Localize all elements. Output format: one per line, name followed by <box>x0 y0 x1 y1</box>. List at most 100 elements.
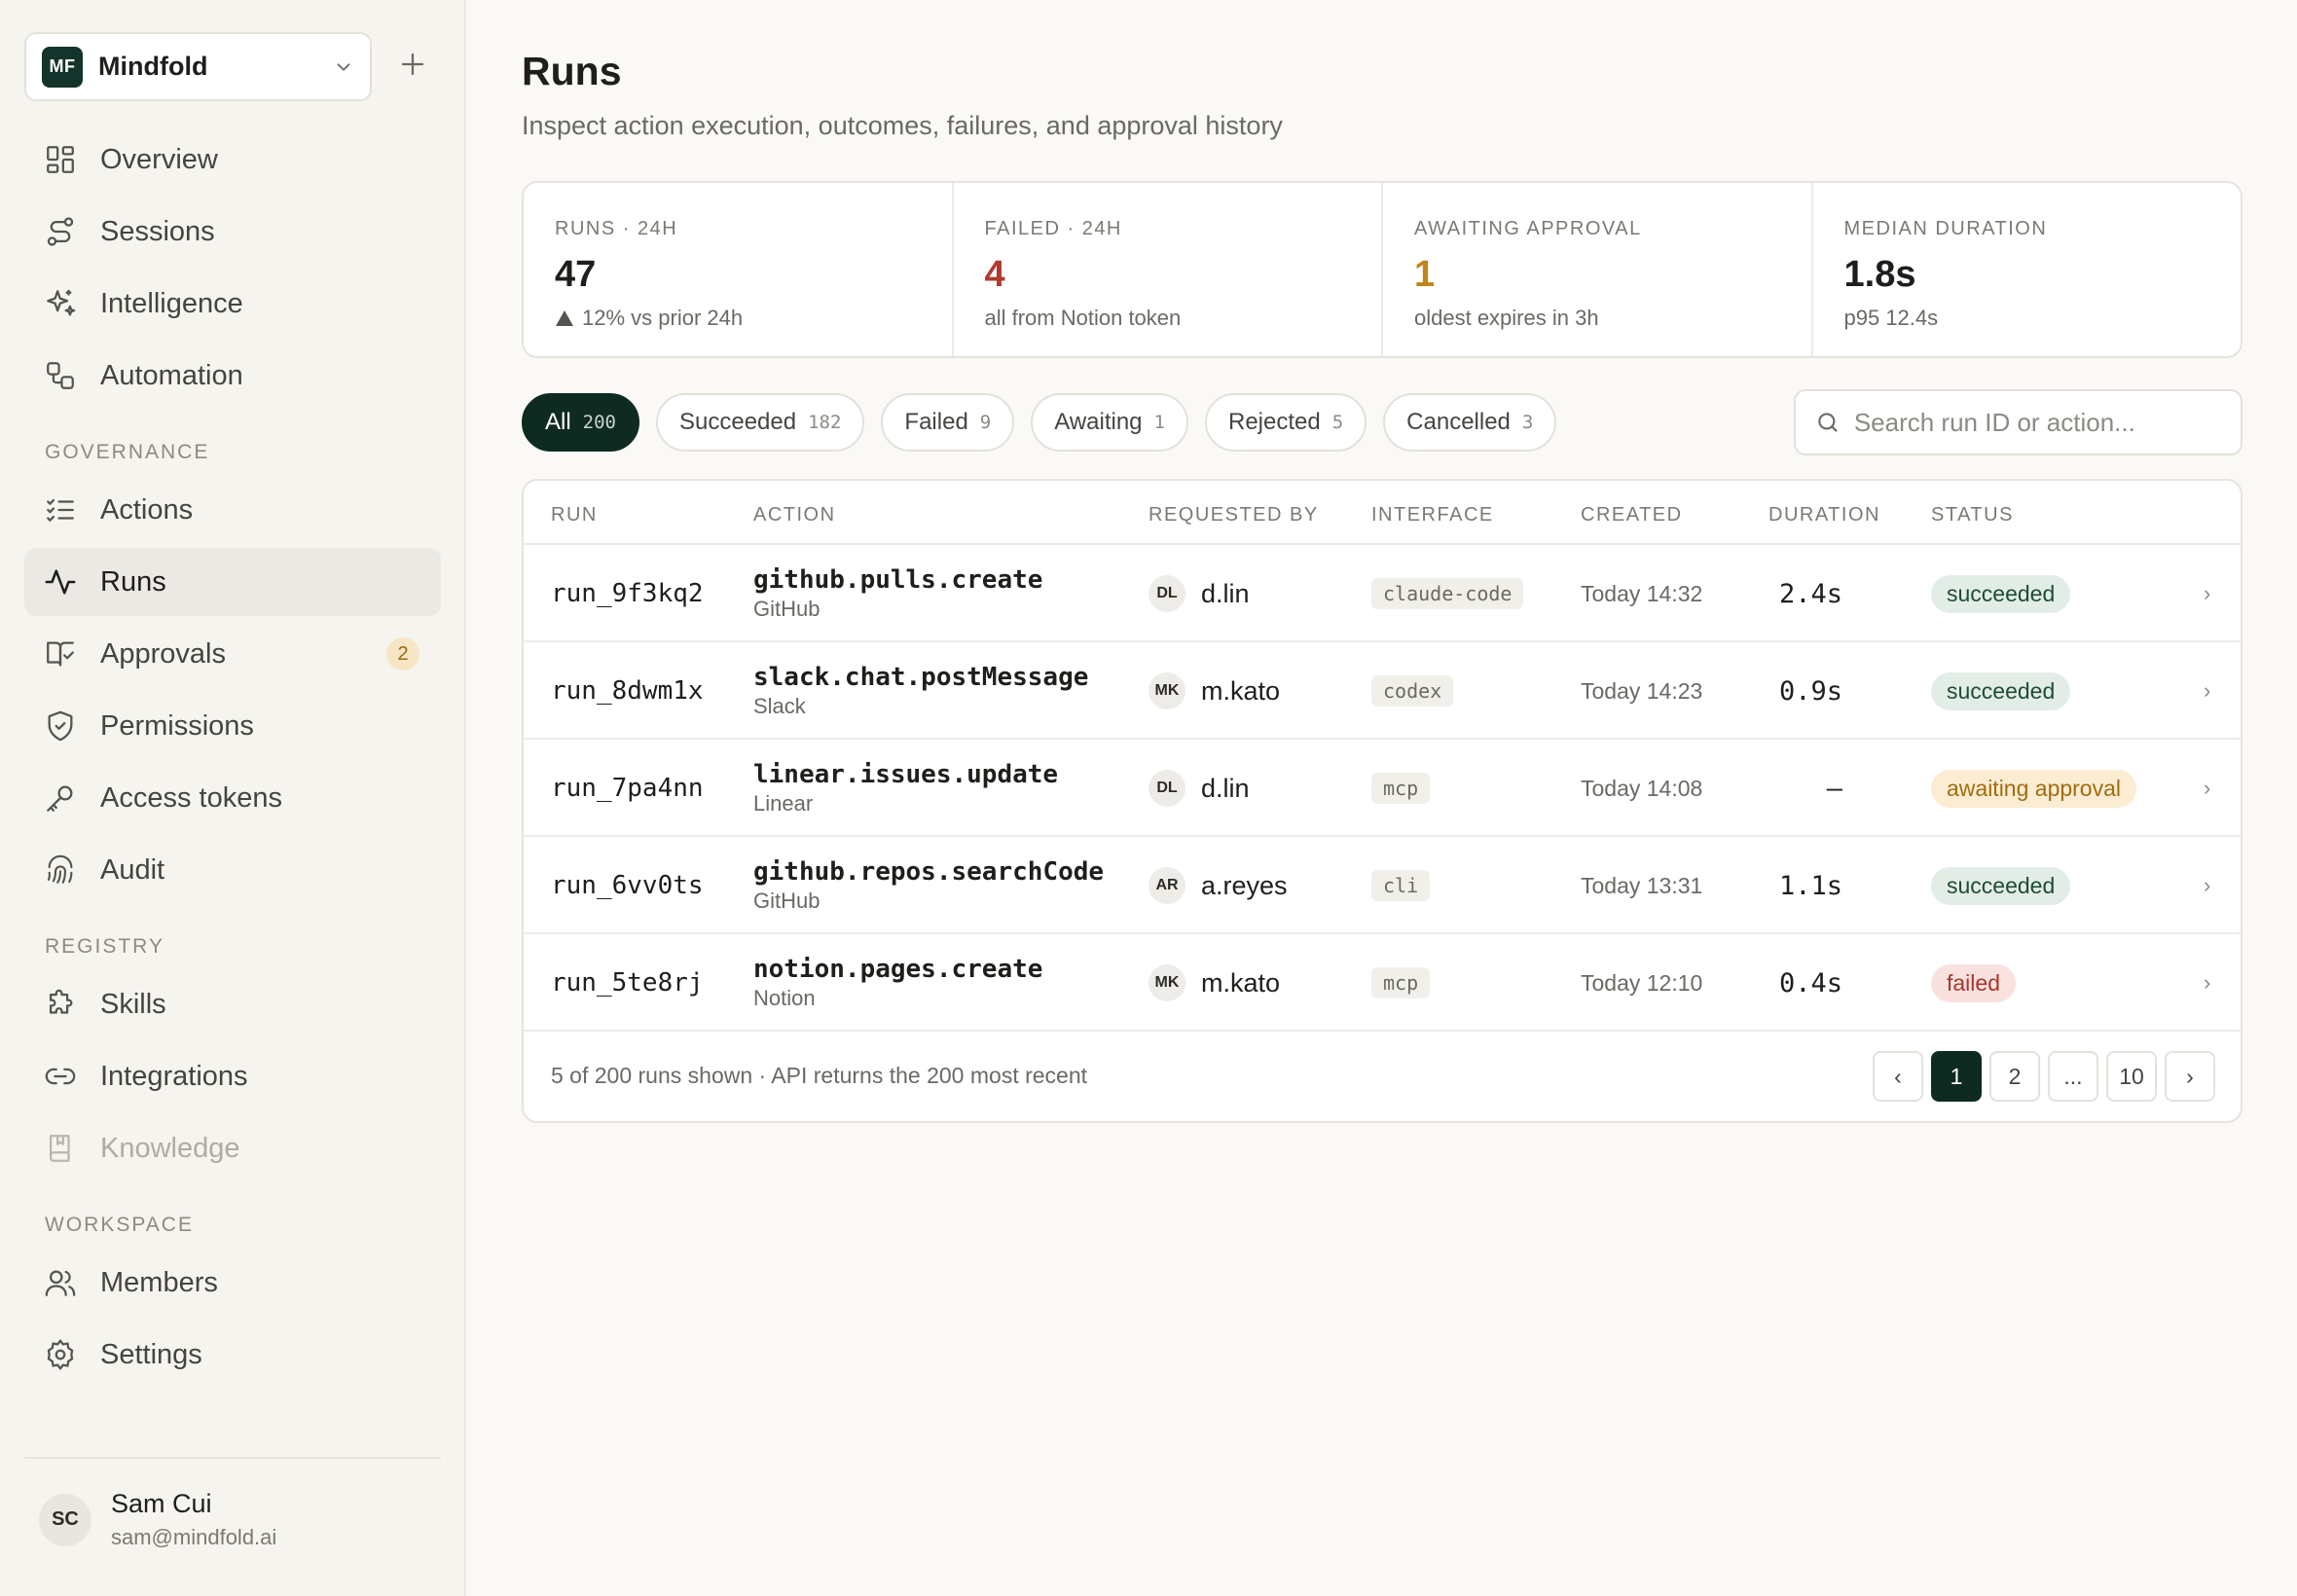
sidebar-item-overview[interactable]: Overview <box>24 126 441 194</box>
sidebar-item-skills[interactable]: Skills <box>24 970 441 1038</box>
key-icon <box>47 785 73 812</box>
sidebar-item-label: Settings <box>100 1338 202 1370</box>
filter-chip-awaiting[interactable]: Awaiting 1 <box>1031 393 1188 452</box>
user-profile[interactable]: SC Sam Cui sam@mindfold.ai <box>39 1489 276 1550</box>
search-icon <box>1818 413 1838 432</box>
sidebar-item-permissions[interactable]: Permissions <box>24 692 441 760</box>
action-provider: Linear <box>753 791 814 816</box>
sidebar-item-access-tokens[interactable]: Access tokens <box>24 764 441 832</box>
chip-label: Succeeded <box>679 409 797 435</box>
next-page-button[interactable]: › <box>2165 1051 2215 1102</box>
status-cell: awaiting approval <box>1931 740 2137 837</box>
sidebar-item-approvals[interactable]: Approvals 2 <box>24 620 441 688</box>
created-time: Today 13:31 <box>1581 872 1703 898</box>
sidebar-item-label: Skills <box>100 988 166 1020</box>
prev-page-button[interactable]: ‹ <box>1873 1051 1923 1102</box>
column-header-run: RUN <box>551 504 598 526</box>
sidebar-item-automation[interactable]: Automation <box>24 342 441 410</box>
chip-label: Cancelled <box>1406 409 1511 435</box>
chip-count: 9 <box>979 412 992 433</box>
sidebar-item-audit[interactable]: Audit <box>24 836 441 904</box>
avatar: DL <box>1148 770 1185 807</box>
sidebar-item-label: Permissions <box>100 709 254 742</box>
table-row[interactable]: run_5te8rj notion.pages.create Notion MK… <box>524 934 2241 1032</box>
sidebar-item-label: Integrations <box>100 1060 248 1092</box>
table-row[interactable]: run_9f3kq2 github.pulls.create GitHub DL… <box>524 545 2241 642</box>
table-row[interactable]: run_7pa4nn linear.issues.update Linear D… <box>524 740 2241 837</box>
workspace-switcher[interactable]: MF Mindfold <box>24 32 372 101</box>
duration: — <box>1826 773 1842 804</box>
requested-by-cell: DL d.lin <box>1148 545 1250 642</box>
table-row[interactable]: run_6vv0ts github.repos.searchCode GitHu… <box>524 837 2241 934</box>
layout-grid-icon <box>47 146 74 173</box>
run-id: run_9f3kq2 <box>551 579 704 608</box>
status-badge: succeeded <box>1931 866 2071 905</box>
workflow-icon <box>47 362 74 389</box>
interface-tag: cli <box>1371 870 1431 901</box>
duration: 0.4s <box>1778 967 1842 998</box>
filter-chip-succeeded[interactable]: Succeeded 182 <box>656 393 865 452</box>
sidebar-item-runs[interactable]: Runs <box>24 548 441 616</box>
sidebar-item-intelligence[interactable]: Intelligence <box>24 270 441 338</box>
action-name: github.pulls.create <box>753 565 1043 595</box>
sidebar-item-label: Audit <box>100 853 165 886</box>
stat-label: FAILED · 24H <box>984 218 1122 239</box>
runs-table: RUN ACTION REQUESTED BY INTERFACE CREATE… <box>522 479 2242 1123</box>
chip-count: 5 <box>1331 412 1344 433</box>
filter-chip-rejected[interactable]: Rejected 5 <box>1204 393 1367 452</box>
column-header-action: ACTION <box>753 504 836 526</box>
status-badge: awaiting approval <box>1931 769 2137 808</box>
user-name: Sam Cui <box>111 1489 212 1518</box>
interface-tag: codex <box>1371 675 1454 707</box>
sidebar-item-knowledge[interactable]: Knowledge <box>24 1114 441 1182</box>
run-id: run_5te8rj <box>551 968 704 998</box>
book-check-icon <box>47 641 74 667</box>
chip-label: All <box>545 409 571 435</box>
table-row[interactable]: run_8dwm1x slack.chat.postMessage Slack … <box>524 642 2241 740</box>
action-name: linear.issues.update <box>753 760 1059 789</box>
search-input[interactable] <box>1853 407 2221 438</box>
avatar: MK <box>1148 672 1185 709</box>
page-button-10[interactable]: 10 <box>2106 1051 2157 1102</box>
filter-chip-failed[interactable]: Failed 9 <box>881 393 1015 452</box>
column-header-status: STATUS <box>1931 504 2014 526</box>
status-cell: succeeded <box>1931 837 2071 934</box>
table-header: RUN ACTION REQUESTED BY INTERFACE CREATE… <box>524 481 2241 545</box>
sidebar: MF Mindfold Overview Sessions Intelligen… <box>0 0 466 1596</box>
add-workspace-button[interactable] <box>392 44 433 85</box>
sidebar-item-label: Overview <box>100 143 218 175</box>
section-label-registry: REGISTRY <box>45 935 164 958</box>
sidebar-item-actions[interactable]: Actions <box>24 476 441 544</box>
action-name: slack.chat.postMessage <box>753 663 1089 692</box>
workspace-name: Mindfold <box>98 52 208 81</box>
sidebar-item-sessions[interactable]: Sessions <box>24 198 441 266</box>
action-cell: notion.pages.create Notion <box>753 934 1042 1032</box>
sidebar-item-members[interactable]: Members <box>24 1249 441 1317</box>
sparkles-icon <box>47 289 76 316</box>
list-checks-icon <box>47 498 74 523</box>
filter-chip-cancelled[interactable]: Cancelled 3 <box>1383 393 1557 452</box>
sidebar-item-label: Automation <box>100 359 243 391</box>
page-button-1[interactable]: 1 <box>1931 1051 1982 1102</box>
sidebar-item-settings[interactable]: Settings <box>24 1321 441 1389</box>
chip-count: 3 <box>1521 412 1534 433</box>
chevron-right-icon: › <box>2204 776 2211 800</box>
chip-count: 182 <box>808 412 842 433</box>
duration: 1.1s <box>1778 870 1842 901</box>
page-subtitle: Inspect action execution, outcomes, fail… <box>522 111 1283 140</box>
page-button-2[interactable]: 2 <box>1989 1051 2040 1102</box>
sidebar-item-integrations[interactable]: Integrations <box>24 1042 441 1110</box>
action-provider: Slack <box>753 694 806 718</box>
status-cell: failed <box>1931 934 2016 1032</box>
stat-sub: 12% vs prior 24h <box>555 306 921 331</box>
interface-cell: mcp <box>1371 740 1431 837</box>
chevron-right-icon: › <box>2204 970 2211 995</box>
sidebar-item-label: Intelligence <box>100 287 243 319</box>
table-footer: 5 of 200 runs shown · API returns the 20… <box>524 1032 2241 1121</box>
status-badge: succeeded <box>1931 671 2071 710</box>
sidebar-item-label: Knowledge <box>100 1132 240 1164</box>
filter-chip-all[interactable]: All 200 <box>522 393 639 452</box>
pagination: ‹ 1 2 ... 10 › <box>1865 1051 2215 1102</box>
requester-name: m.kato <box>1201 967 1281 998</box>
sidebar-item-label: Access tokens <box>100 781 282 814</box>
